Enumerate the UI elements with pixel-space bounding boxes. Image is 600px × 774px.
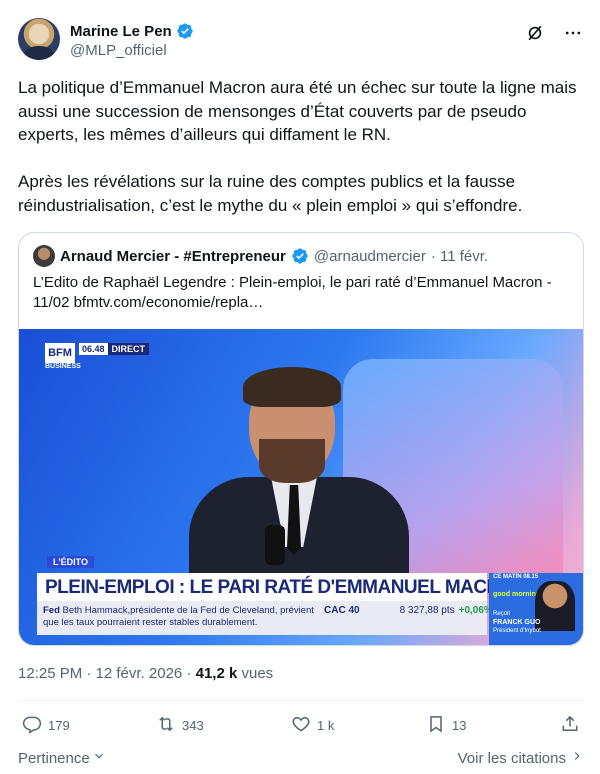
verified-badge-icon [176, 22, 194, 40]
ticker-text: Beth Hammack,présidente de la Fed de Cle… [43, 605, 314, 628]
grok-icon[interactable] [524, 22, 546, 44]
views-count: 41,2 k [195, 665, 238, 682]
reply-icon [22, 714, 42, 737]
verified-badge-icon [291, 247, 309, 265]
replies-footer: Pertinence Voir les citations [18, 749, 584, 769]
chevron-right-icon [570, 749, 584, 767]
author-name-line: Marine Le Pen [70, 22, 194, 40]
tweet-time[interactable]: 12:25 PM · 12 févr. 2026 · [18, 665, 196, 682]
show-label: CE MATIN 08.15 [493, 574, 539, 580]
reply-count: 179 [48, 718, 70, 733]
guest-photo [535, 581, 575, 631]
quoted-tweet-header: Arnaud Mercier - #Entrepreneur @arnaudme… [33, 245, 488, 267]
quoted-author-avatar [33, 245, 55, 267]
guest-role: Président d'Inybot [493, 628, 541, 634]
channel-logo: BFM [45, 343, 75, 363]
chevron-down-icon [92, 749, 106, 767]
sort-dropdown[interactable]: Pertinence [18, 749, 106, 767]
market-index: CAC 40 8 327,88 pts +0,06% [324, 605, 493, 616]
index-value: 8 327,88 pts [399, 605, 455, 616]
quoted-author-name: Arnaud Mercier - #Entrepreneur [60, 247, 286, 265]
channel-logo-sub: BUSINESS [45, 363, 81, 370]
more-icon[interactable] [562, 22, 584, 44]
like-icon [291, 714, 311, 737]
share-button[interactable] [560, 714, 580, 737]
index-name: CAC 40 [324, 605, 360, 616]
citations-label: Voir les citations [457, 749, 566, 767]
tweet-text: La politique d’Emmanuel Macron aura été … [18, 76, 586, 241]
tweet-paragraph: La politique d’Emmanuel Macron aura été … [18, 78, 577, 144]
tweet-actions: 179 343 1 k 13 [18, 714, 584, 738]
ticker-news: Fed Beth Hammack,présidente de la Fed de… [43, 605, 323, 629]
quoted-tweet[interactable]: Arnaud Mercier - #Entrepreneur @arnaudme… [18, 232, 584, 646]
repost-count: 343 [182, 718, 204, 733]
author-handle[interactable]: @MLP_officiel [70, 42, 167, 59]
guest-intro: Reçoit [493, 611, 511, 617]
show-logo: good morning [493, 591, 541, 598]
author-name[interactable]: Marine Le Pen [70, 23, 172, 40]
ticker-source: Fed [43, 605, 60, 616]
broadcast-headline: PLEIN-EMPLOI : LE PARI RATÉ D'EMMANUEL M… [45, 577, 528, 598]
quoted-author-handle: @arnaudmercier [313, 247, 426, 265]
header-actions [524, 22, 584, 44]
tweet-paragraph: Après les révélations sur la ruine des c… [18, 172, 523, 215]
broadcast-time: 06.48 [79, 343, 108, 355]
bookmark-count: 13 [452, 718, 467, 733]
quoted-media-image[interactable]: BFM BUSINESS 06.48 DIRECT L'ÉDITO PLEIN-… [19, 329, 583, 645]
quoted-date: · 11 févr. [430, 247, 489, 265]
live-label: DIRECT [107, 343, 150, 355]
like-button[interactable]: 1 k [291, 714, 334, 737]
divider [18, 700, 584, 701]
like-count: 1 k [317, 718, 335, 733]
live-indicator: 06.48 DIRECT [79, 343, 150, 355]
segment-tag: L'ÉDITO [47, 556, 94, 568]
repost-icon [156, 714, 176, 737]
presenter-figure [179, 365, 419, 617]
author-avatar[interactable] [18, 18, 60, 60]
views-label: vues [237, 665, 274, 682]
bookmark-icon [426, 714, 446, 737]
repost-button[interactable]: 343 [156, 714, 204, 737]
tweet-header: Marine Le Pen @MLP_officiel [18, 18, 584, 64]
tweet-timestamp: 12:25 PM · 12 févr. 2026 · 41,2 k vues [18, 665, 273, 682]
share-icon [560, 714, 580, 737]
quoted-text: L’Edito de Raphaël Legendre : Plein-empl… [33, 274, 552, 311]
bookmark-button[interactable]: 13 [426, 714, 466, 737]
guest-name: FRANCK GUO [493, 619, 541, 626]
index-change: +0,06% [458, 605, 493, 616]
sort-label: Pertinence [18, 749, 90, 767]
reply-button[interactable]: 179 [22, 714, 70, 737]
view-quotes-link[interactable]: Voir les citations [458, 749, 584, 767]
